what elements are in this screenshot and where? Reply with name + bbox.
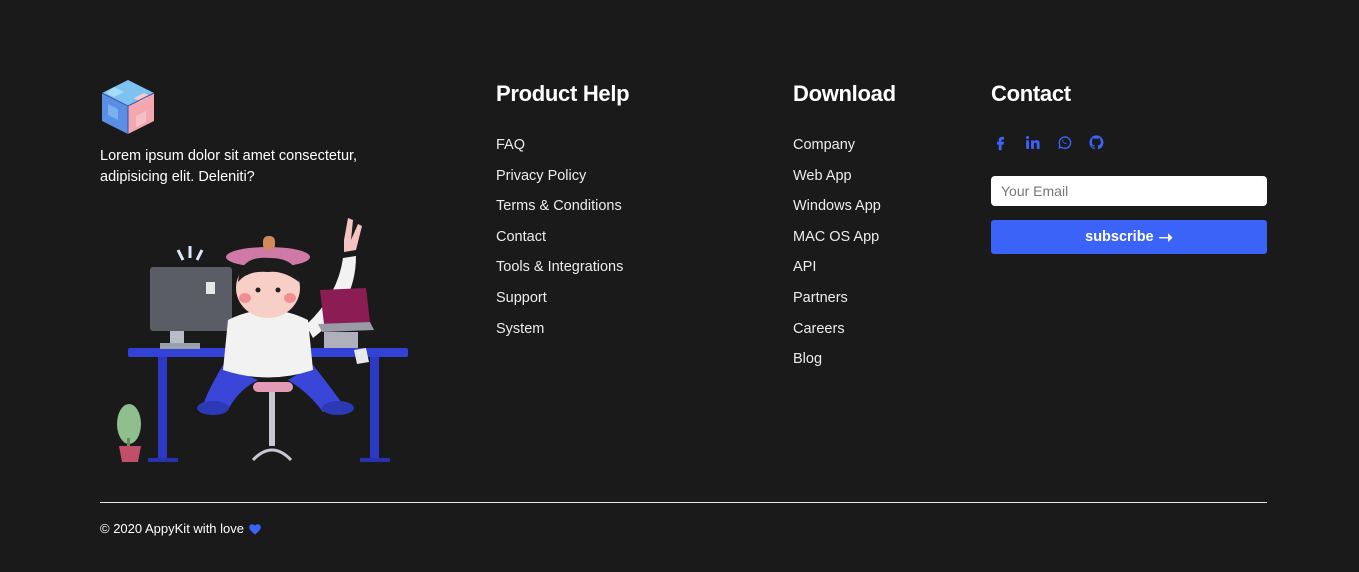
download-title: Download <box>793 81 896 106</box>
social-links <box>991 133 1267 151</box>
download-links: Company Web App Windows App MAC OS App A… <box>793 130 896 375</box>
product-help-link[interactable]: System <box>496 314 629 345</box>
download-link[interactable]: MAC OS App <box>793 222 896 253</box>
download-link[interactable]: Careers <box>793 314 896 345</box>
whatsapp-icon[interactable] <box>1055 133 1073 151</box>
product-help-link[interactable]: Contact <box>496 222 629 253</box>
copyright-text: © 2020 AppyKit with love <box>100 521 244 536</box>
subscribe-button[interactable]: subscribe ➝ <box>991 220 1267 254</box>
facebook-icon[interactable] <box>991 133 1009 151</box>
download-link[interactable]: Company <box>793 130 896 161</box>
product-help-link[interactable]: Support <box>496 283 629 314</box>
person-at-desk-illustration <box>117 218 408 462</box>
brand-column: Lorem ipsum dolor sit amet consectetur, … <box>100 78 440 188</box>
github-icon[interactable] <box>1087 133 1105 151</box>
linkedin-icon[interactable] <box>1023 133 1041 151</box>
brand-tagline: Lorem ipsum dolor sit amet consectetur, … <box>100 148 358 185</box>
download-link[interactable]: API <box>793 252 896 283</box>
email-input[interactable] <box>991 176 1267 206</box>
site-footer: Lorem ipsum dolor sit amet consectetur, … <box>0 0 1359 572</box>
product-help-links: FAQ Privacy Policy Terms & Conditions Co… <box>496 130 629 344</box>
product-help-column: Product Help FAQ Privacy Policy Terms & … <box>496 80 630 344</box>
copyright: © 2020 AppyKit with love <box>100 521 262 536</box>
product-help-link[interactable]: Privacy Policy <box>496 161 629 192</box>
download-link[interactable]: Windows App <box>793 191 896 222</box>
download-link[interactable]: Partners <box>793 283 896 314</box>
contact-column: Contact subscribe ➝ <box>991 80 1267 254</box>
product-help-link[interactable]: Terms & Conditions <box>496 191 629 222</box>
download-column: Download Company Web App Windows App MAC… <box>793 80 896 375</box>
footer-divider <box>100 502 1267 503</box>
download-link[interactable]: Blog <box>793 344 896 375</box>
product-help-title: Product Help <box>496 81 630 106</box>
subscribe-label: subscribe <box>1085 229 1154 245</box>
product-help-link[interactable]: Tools & Integrations <box>496 252 629 283</box>
contact-title: Contact <box>991 81 1071 106</box>
arrow-right-icon: ➝ <box>1158 227 1173 247</box>
heart-icon <box>249 524 261 535</box>
download-link[interactable]: Web App <box>793 161 896 192</box>
cube-logo-icon[interactable] <box>100 78 156 136</box>
product-help-link[interactable]: FAQ <box>496 130 629 161</box>
